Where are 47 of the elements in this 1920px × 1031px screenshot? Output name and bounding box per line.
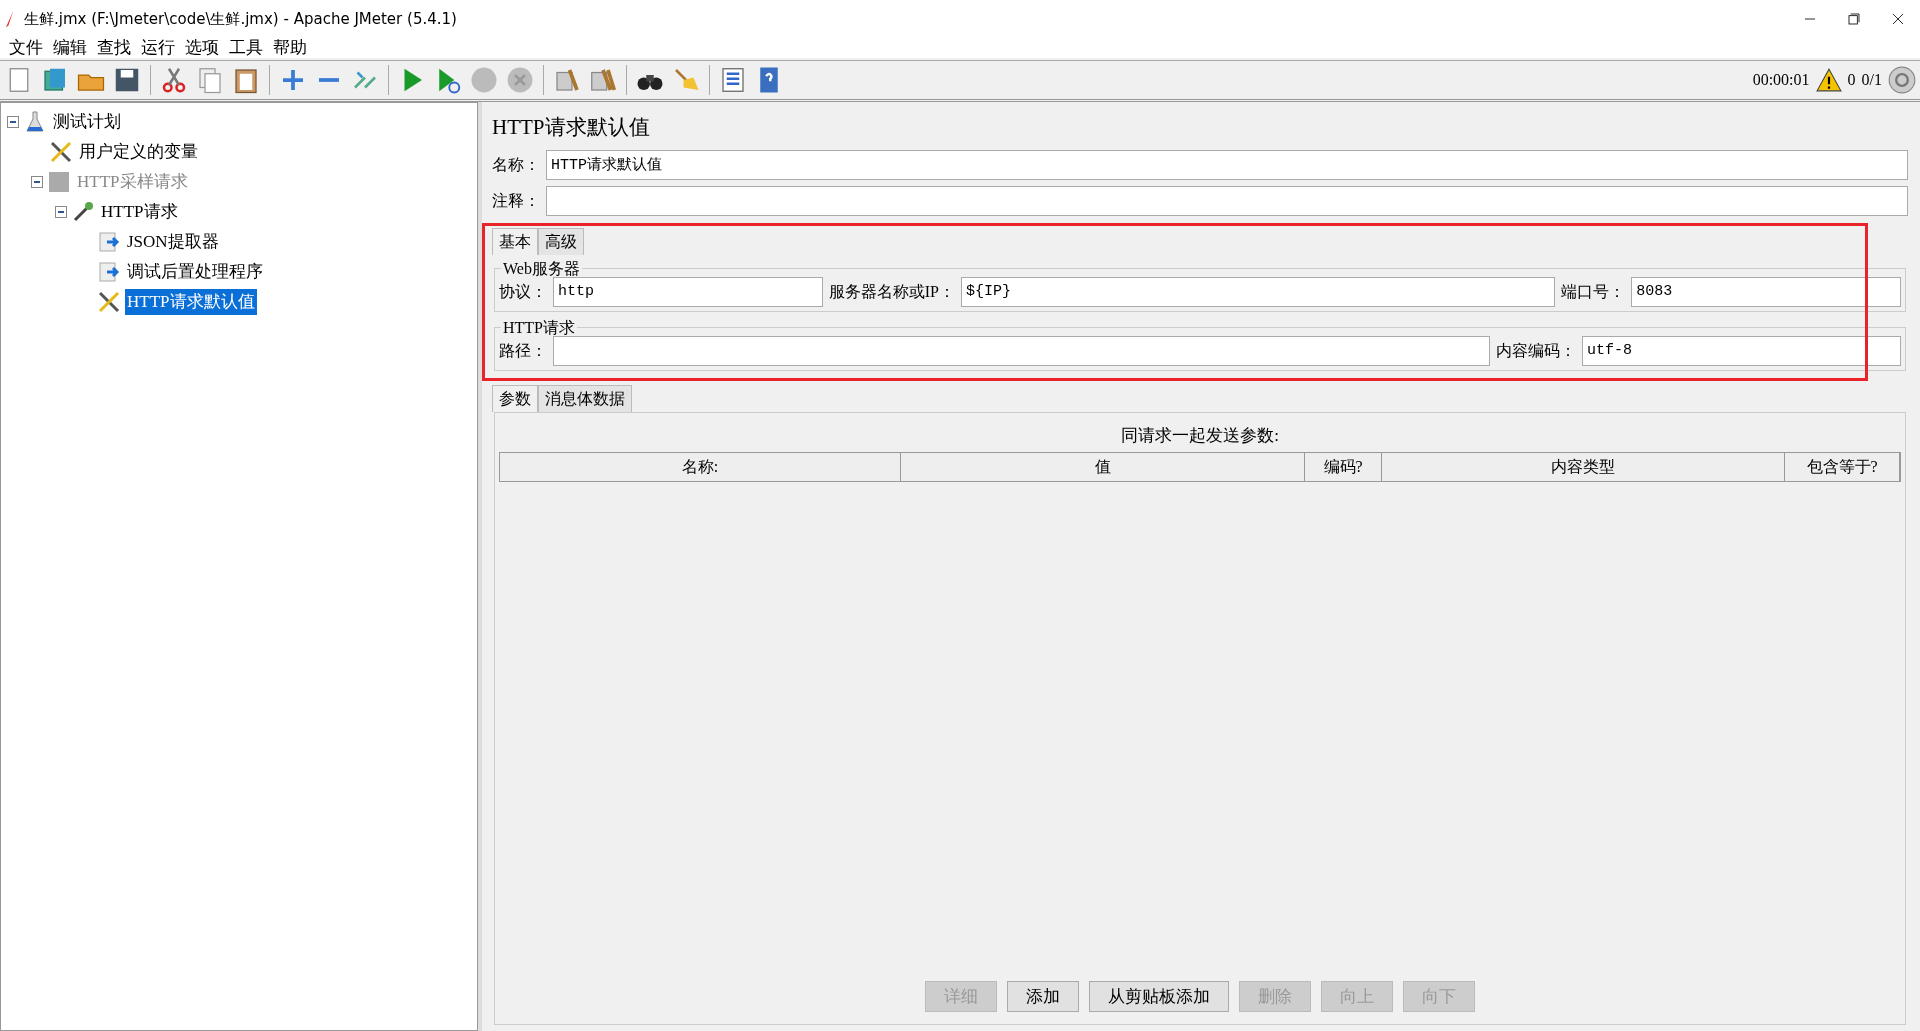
field-label: 内容编码：	[1496, 340, 1576, 361]
thread-count: 0/1	[1861, 70, 1882, 90]
wrench-screwdriver-icon	[97, 290, 121, 314]
window-title: 生鲜.jmx (F:\Jmeter\code\生鲜.jmx) - Apache JMeter (5.4.1)	[24, 8, 458, 30]
menu-item[interactable]: 选项	[182, 35, 226, 61]
document-arrow-icon	[97, 260, 121, 284]
menu-item[interactable]: 查找	[94, 35, 138, 61]
tab[interactable]: 高级	[538, 227, 584, 255]
tree-item[interactable]: 用户定义的变量	[77, 139, 200, 165]
menu-item[interactable]: 工具	[226, 35, 270, 61]
document-arrow-icon	[97, 230, 121, 254]
warning-count: 0	[1847, 70, 1856, 90]
tab[interactable]: 消息体数据	[538, 384, 632, 412]
field-label: 协议：	[499, 281, 547, 302]
input-field[interactable]	[546, 185, 1908, 216]
menu-item[interactable]: 文件	[6, 35, 50, 61]
field-label: 端口号：	[1561, 281, 1626, 302]
field-label: 路径：	[499, 340, 547, 361]
wrench-screwdriver-icon	[49, 140, 73, 164]
tree-item[interactable]: 测试计划	[51, 109, 123, 135]
menu-item[interactable]: 帮助	[270, 35, 314, 61]
field-label: 注释：	[492, 190, 540, 211]
tab[interactable]: 基本	[492, 227, 538, 255]
input-field[interactable]	[553, 335, 1490, 366]
warning-icon	[1815, 67, 1842, 93]
collapse-toggle[interactable]	[7, 116, 19, 128]
field-label: 名称：	[492, 154, 540, 175]
input-field[interactable]: utf-8	[1582, 335, 1901, 366]
table-caption: 同请求一起发送参数:	[1120, 424, 1280, 447]
action-button[interactable]: 从剪贴板添加	[1089, 980, 1229, 1012]
group-legend: HTTP请求	[501, 319, 577, 336]
group-legend: Web服务器	[501, 260, 582, 277]
input-field[interactable]: http	[553, 276, 823, 307]
pipette-icon	[71, 200, 95, 224]
panel-title: HTTP请求默认值	[492, 114, 651, 141]
input-field[interactable]: ${IP}	[960, 276, 1556, 307]
shutdown-icon[interactable]	[505, 65, 535, 95]
input-field[interactable]: HTTP请求默认值	[546, 149, 1908, 180]
tab[interactable]: 参数	[492, 384, 538, 412]
menu-item[interactable]: 编辑	[50, 35, 94, 61]
flask-icon	[23, 110, 47, 134]
elapsed-time: 00:00:01	[1752, 70, 1810, 90]
status-indicator-icon	[1888, 66, 1916, 94]
input-field[interactable]: 8083	[1631, 276, 1901, 307]
field-label: 服务器名称或IP：	[828, 281, 955, 302]
action-button[interactable]: 添加	[1007, 980, 1079, 1012]
menu-item[interactable]: 运行	[138, 35, 182, 61]
